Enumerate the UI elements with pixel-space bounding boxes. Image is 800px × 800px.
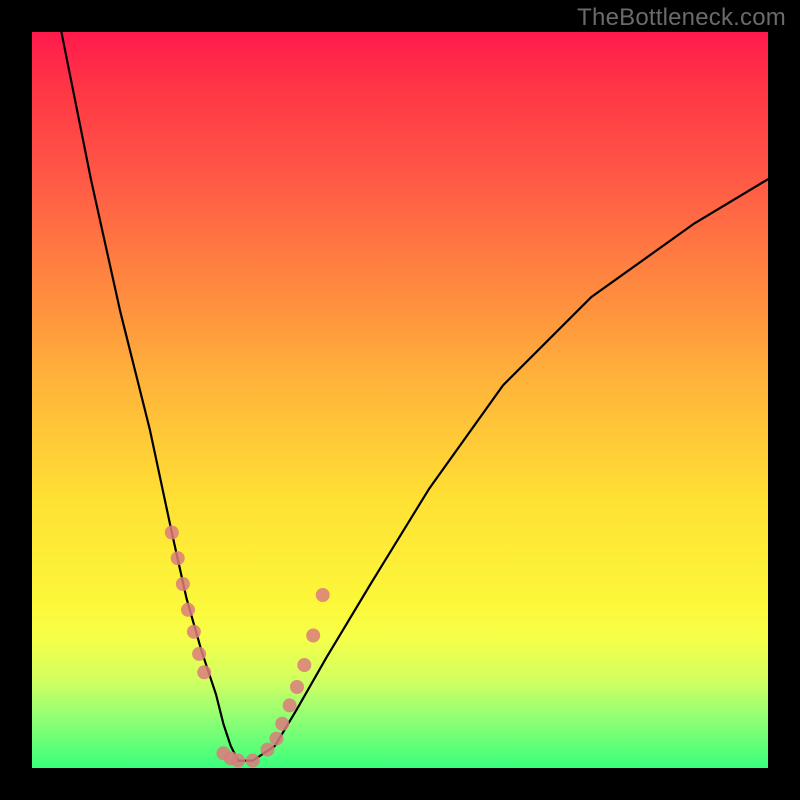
bottleneck-curve	[61, 32, 768, 761]
highlight-dot	[246, 754, 260, 768]
highlight-dot	[269, 732, 283, 746]
highlight-dot	[231, 754, 245, 768]
highlight-dot	[187, 625, 201, 639]
highlight-dot	[290, 680, 304, 694]
highlight-dot	[176, 577, 190, 591]
highlight-dot	[275, 717, 289, 731]
highlight-dot	[306, 629, 320, 643]
plot-area	[32, 32, 768, 768]
curve-svg	[32, 32, 768, 768]
highlight-dots	[165, 526, 330, 768]
highlight-dot	[181, 603, 195, 617]
highlight-dot	[261, 743, 275, 757]
highlight-dot	[297, 658, 311, 672]
chart-frame: TheBottleneck.com	[0, 0, 800, 800]
highlight-dot	[192, 647, 206, 661]
highlight-dot	[165, 526, 179, 540]
watermark-text: TheBottleneck.com	[577, 4, 786, 32]
highlight-dot	[197, 665, 211, 679]
highlight-dot	[316, 588, 330, 602]
highlight-dot	[283, 698, 297, 712]
highlight-dot	[171, 551, 185, 565]
